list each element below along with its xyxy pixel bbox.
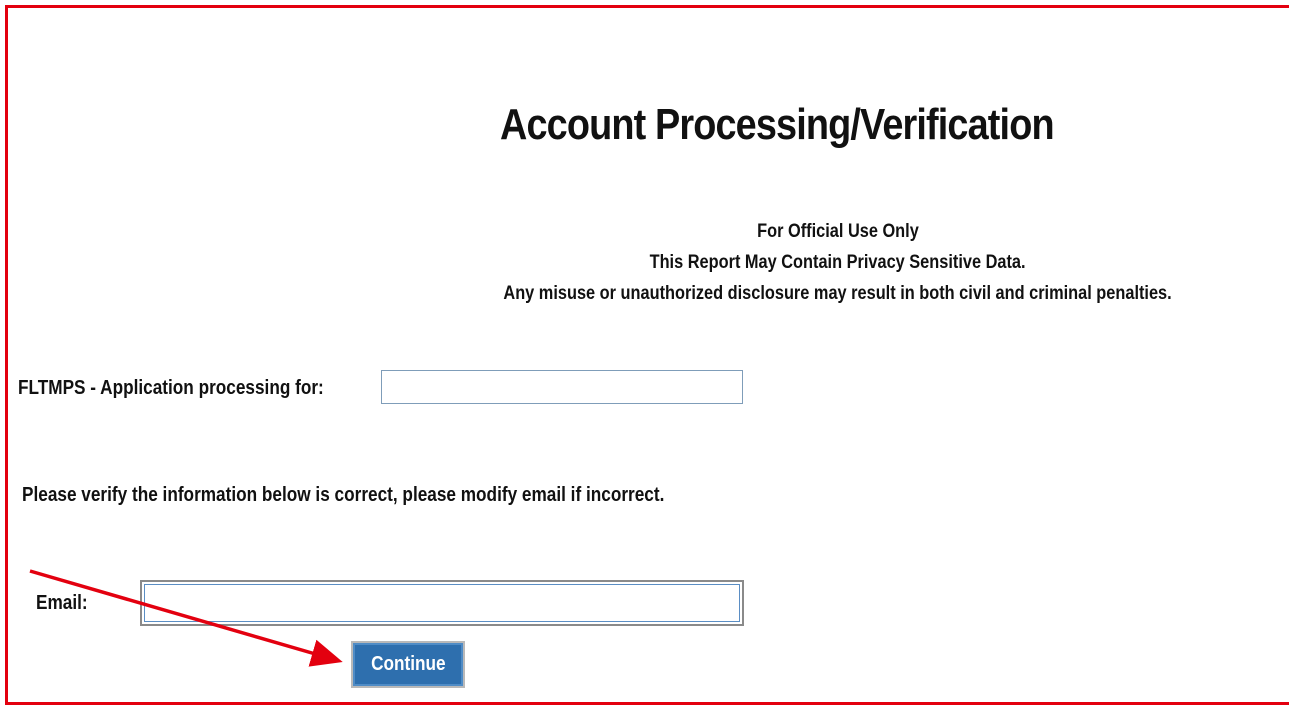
application-label: FLTMPS - Application processing for: [18,376,324,399]
email-label: Email: [36,592,88,614]
continue-button-label: Continue [370,653,446,675]
notice-line-official: For Official Use Only [757,221,919,242]
notice-line-privacy: This Report May Contain Privacy Sensitiv… [650,252,1026,273]
continue-button[interactable]: Continue [351,641,465,688]
application-row: FLTMPS - Application processing for: [18,368,743,408]
verify-instruction: Please verify the information below is c… [22,484,665,506]
application-input[interactable] [381,370,743,404]
page-title: Account Processing/Verification [500,100,1055,149]
notice-line-penalties: Any misuse or unauthorized disclosure ma… [503,283,1173,304]
privacy-notice: For Official Use Only This Report May Co… [408,216,1268,309]
email-input[interactable] [140,580,744,626]
